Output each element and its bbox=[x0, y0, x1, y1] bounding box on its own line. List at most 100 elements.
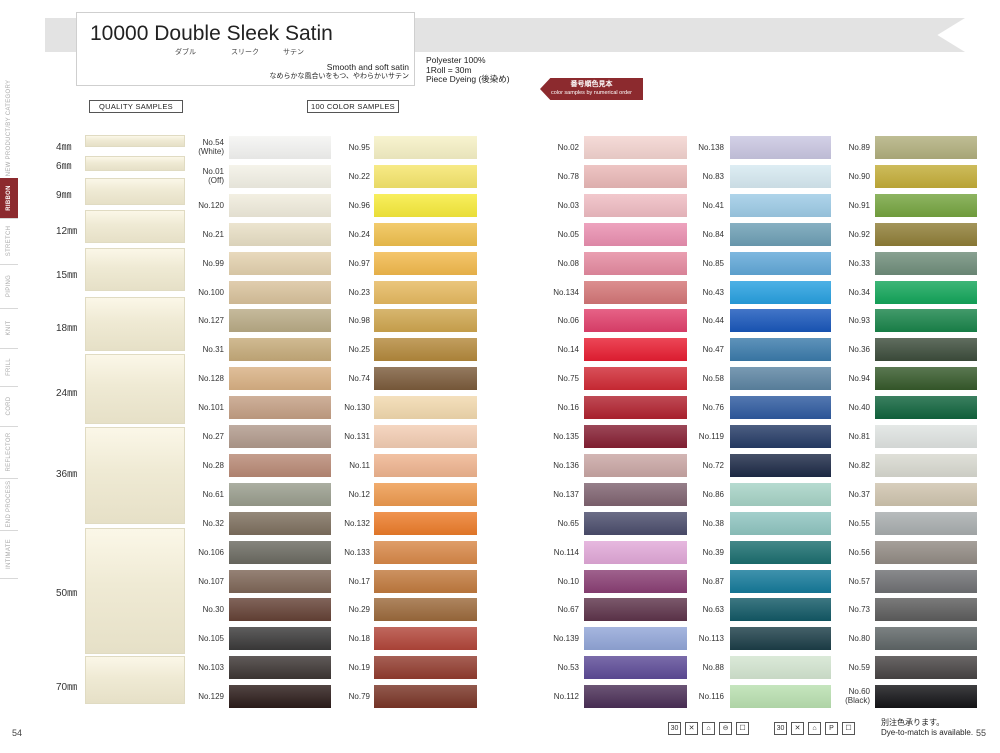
color-swatch bbox=[584, 367, 687, 391]
color-number-label: No.105 bbox=[198, 634, 224, 643]
color-number: No.56 bbox=[848, 547, 870, 557]
quality-width-label: 4㎜ bbox=[56, 142, 72, 153]
sidebar-item-ribbon[interactable]: RIBBON bbox=[0, 178, 18, 219]
color-swatch bbox=[730, 540, 831, 564]
sidebar-item-new-product-by-category[interactable]: NEW PRODUCT/BY CATEGORY bbox=[0, 78, 18, 179]
color-number: No.16 bbox=[557, 403, 579, 413]
color-swatch bbox=[374, 511, 477, 535]
color-swatch bbox=[229, 367, 331, 391]
color-swatch bbox=[730, 627, 831, 651]
color-swatch bbox=[374, 251, 477, 275]
quality-ribbon bbox=[85, 156, 185, 171]
color-number-label: No.75 bbox=[558, 374, 579, 383]
title-kana-1: ダブル bbox=[175, 49, 196, 56]
color-number: No.63 bbox=[702, 605, 724, 615]
color-swatch bbox=[584, 222, 687, 246]
sidebar-item-stretch[interactable]: STRETCH bbox=[0, 218, 18, 265]
color-number: No.119 bbox=[698, 432, 724, 441]
color-number-label: No.83 bbox=[703, 172, 724, 181]
color-number-label: No.134 bbox=[553, 288, 579, 297]
footer-note: 別注色承ります。 Dye-to-match is available. bbox=[881, 718, 973, 738]
color-number-label: No.06 bbox=[558, 316, 579, 325]
color-number-label: No.80 bbox=[849, 634, 870, 643]
color-number-label: No.21 bbox=[203, 230, 224, 239]
color-number: No.60 bbox=[848, 687, 870, 697]
color-number: No.08 bbox=[557, 258, 579, 268]
color-number-label: No.99 bbox=[203, 259, 224, 268]
color-number-label: No.44 bbox=[703, 316, 724, 325]
color-number-label: No.54 (White) bbox=[198, 138, 224, 156]
color-number: No.54 bbox=[202, 138, 224, 147]
color-number-label: No.57 bbox=[849, 577, 870, 586]
color-number-label: No.92 bbox=[849, 230, 870, 239]
care-symbol-icon: ✕ bbox=[685, 722, 698, 735]
color-name: (Black) bbox=[845, 696, 870, 706]
color-swatch bbox=[229, 569, 331, 593]
color-number-label: No.29 bbox=[349, 605, 370, 614]
color-number: No.96 bbox=[348, 200, 370, 210]
color-number: No.73 bbox=[848, 605, 870, 615]
quality-width-label: 6㎜ bbox=[56, 161, 72, 172]
color-swatch bbox=[374, 193, 477, 217]
color-swatch bbox=[584, 656, 687, 680]
color-number: No.83 bbox=[702, 171, 724, 181]
color-number: No.95 bbox=[348, 143, 370, 152]
color-number-label: No.22 bbox=[349, 172, 370, 181]
color-swatch bbox=[374, 164, 477, 188]
color-number-label: No.133 bbox=[344, 548, 370, 557]
color-number-label: No.59 bbox=[849, 663, 870, 672]
color-number: No.89 bbox=[848, 143, 870, 152]
color-swatch bbox=[584, 309, 687, 333]
sidebar-item-cord[interactable]: CORD bbox=[0, 386, 18, 427]
sidebar-item-piping[interactable]: PIPING bbox=[0, 264, 18, 309]
color-number-label: No.47 bbox=[703, 345, 724, 354]
sidebar-item-reflector[interactable]: REFLECTOR bbox=[0, 426, 18, 479]
sidebar-item-label: NEW PRODUCT/BY CATEGORY bbox=[6, 79, 12, 177]
color-swatch bbox=[730, 251, 831, 275]
color-number-label: No.81 bbox=[849, 432, 870, 441]
color-number-label: No.67 bbox=[558, 605, 579, 614]
color-swatch bbox=[875, 569, 977, 593]
sidebar-item-intimate[interactable]: INTIMATE bbox=[0, 530, 18, 579]
color-swatch bbox=[229, 396, 331, 420]
color-number-label: No.112 bbox=[554, 692, 579, 701]
color-number: No.113 bbox=[698, 634, 724, 644]
color-number-label: No.19 bbox=[349, 663, 370, 672]
color-swatch bbox=[374, 396, 477, 420]
color-number: No.127 bbox=[198, 316, 224, 326]
color-swatch bbox=[730, 453, 831, 477]
color-swatch bbox=[229, 685, 331, 709]
sidebar-item-label: STRETCH bbox=[6, 225, 12, 257]
color-number-label: No.72 bbox=[703, 461, 724, 470]
color-swatch bbox=[730, 164, 831, 188]
color-number: No.19 bbox=[348, 663, 370, 673]
title-kana-3: サテン bbox=[283, 49, 304, 56]
color-number: No.36 bbox=[848, 345, 870, 355]
color-number: No.80 bbox=[848, 634, 870, 644]
sidebar-item-knit[interactable]: KNIT bbox=[0, 308, 18, 349]
color-number: No.90 bbox=[848, 171, 870, 181]
color-number: No.24 bbox=[348, 229, 370, 239]
color-number: No.99 bbox=[202, 258, 224, 268]
color-swatch bbox=[875, 136, 977, 159]
quality-ribbon bbox=[85, 427, 185, 524]
color-number-label: No.97 bbox=[349, 259, 370, 268]
color-number: No.130 bbox=[344, 403, 370, 413]
color-number: No.138 bbox=[698, 143, 724, 152]
care-symbol-icon: ⌂ bbox=[702, 722, 715, 735]
color-swatch bbox=[374, 627, 477, 651]
color-number-label: No.65 bbox=[558, 519, 579, 528]
color-swatch bbox=[730, 656, 831, 680]
color-number-label: No.138 bbox=[698, 143, 724, 152]
color-number: No.33 bbox=[848, 258, 870, 268]
care-symbol-icon: 30 bbox=[668, 722, 681, 735]
footer-note-en: Dye-to-match is available. bbox=[881, 728, 974, 737]
sidebar-item-frill[interactable]: FRILL bbox=[0, 348, 18, 387]
color-number: No.82 bbox=[848, 460, 870, 470]
color-number: No.05 bbox=[557, 229, 579, 239]
color-number-label: No.17 bbox=[349, 577, 370, 586]
color-number: No.43 bbox=[702, 287, 724, 297]
sidebar-item-end-process[interactable]: END PROCESS bbox=[0, 478, 18, 531]
color-number-label: No.37 bbox=[849, 490, 870, 499]
color-swatch bbox=[374, 685, 477, 709]
